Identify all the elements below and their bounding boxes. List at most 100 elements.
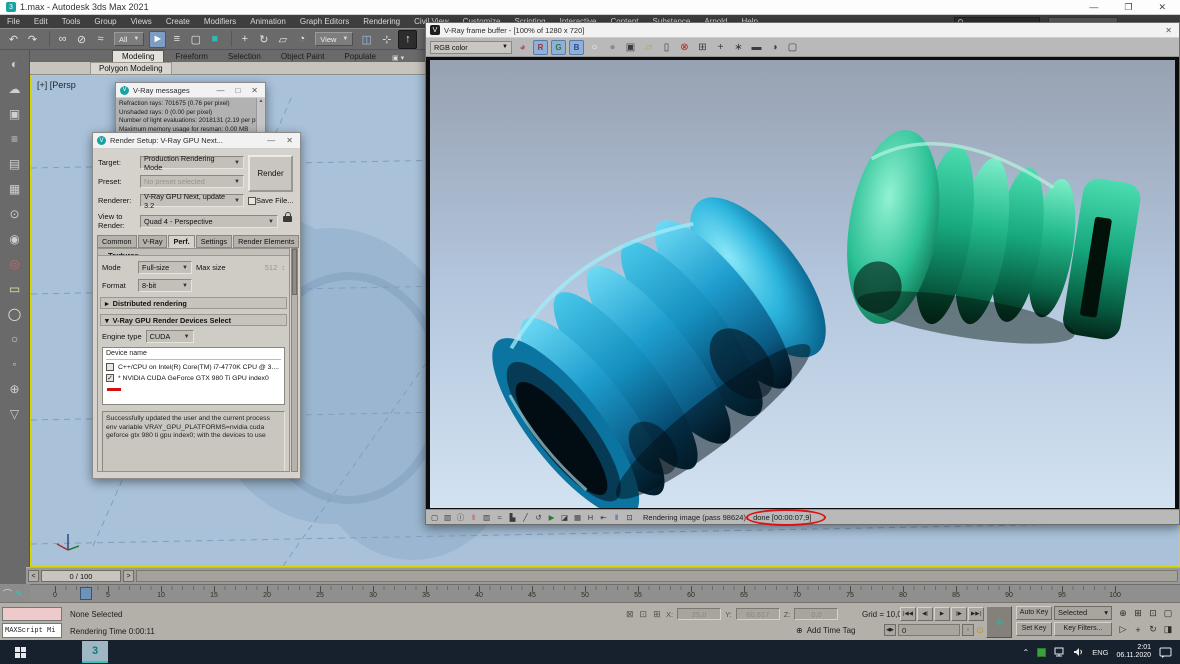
current-frame-field[interactable]: 0 xyxy=(898,624,960,636)
gpu-devices-rollout[interactable]: ▾ V-Ray GPU Render Devices Select xyxy=(100,314,287,326)
display-icon[interactable]: ▬ xyxy=(749,40,764,55)
coordinate-mode-icon[interactable]: ⊞ xyxy=(653,609,661,620)
menu-modifiers[interactable]: Modifiers xyxy=(197,15,243,28)
shape-dot-icon[interactable]: ◦ xyxy=(6,356,24,372)
pixel-info-icon[interactable]: ∗ xyxy=(731,40,746,55)
polygon-modeling-panel[interactable]: Polygon Modeling xyxy=(90,62,172,75)
menu-graph-editors[interactable]: Graph Editors xyxy=(293,15,356,28)
taskbar-3dsmax-button[interactable]: 3 xyxy=(82,641,108,663)
time-slider-next-button[interactable]: > xyxy=(123,570,134,582)
select-rotate-icon[interactable]: ↻ xyxy=(255,31,272,48)
zoom-region-icon[interactable]: ▢ xyxy=(1161,606,1175,621)
start-button[interactable] xyxy=(0,640,40,664)
histogram-icon[interactable]: ▙ xyxy=(507,512,518,523)
align-icon[interactable]: ⊹ xyxy=(378,31,395,48)
device-row-gpu[interactable]: ✓ * NVIDIA CUDA GeForce GTX 980 Ti GPU i… xyxy=(106,374,281,382)
mini-listener-line[interactable] xyxy=(2,607,62,621)
ribbon-config-icon[interactable]: ▦ xyxy=(6,181,24,197)
save-file-checkbox[interactable] xyxy=(248,197,256,205)
tray-app-icon[interactable] xyxy=(1037,648,1046,657)
compare-vertical-icon[interactable]: ‖ xyxy=(611,512,622,523)
notification-icon[interactable] xyxy=(1159,647,1172,658)
tab-render-elements[interactable]: Render Elements xyxy=(233,235,299,248)
tab-common[interactable]: Common xyxy=(97,235,137,248)
white-channel-icon[interactable]: ○ xyxy=(587,40,602,55)
ribbon-options-icon[interactable]: ▣ ▾ xyxy=(387,54,409,62)
snap-toggle-icon[interactable]: ⊕ xyxy=(6,381,24,397)
undo-icon[interactable]: ↶ xyxy=(5,31,22,48)
ribbon-tab-selection[interactable]: Selection xyxy=(219,51,270,62)
shape-circle-icon[interactable]: ○ xyxy=(6,331,24,347)
exposure-icon[interactable]: ◑ xyxy=(767,40,782,55)
view-to-render-dropdown[interactable]: Quad 4 - Perspective▼ xyxy=(140,215,278,228)
rectangular-selection-icon[interactable]: ▢ xyxy=(187,31,204,48)
ribbon-tab-modeling[interactable]: Modeling xyxy=(112,50,164,62)
material-editor-icon[interactable]: ▣ xyxy=(6,106,24,122)
mode-dropdown[interactable]: Full-size▼ xyxy=(138,261,192,274)
close-button[interactable]: ✕ xyxy=(286,136,293,145)
duplicate-buffer-icon[interactable]: ⊞ xyxy=(695,40,710,55)
key-mode-icon[interactable]: ⊙ xyxy=(976,625,984,636)
zoom-icon[interactable]: ⊕ xyxy=(1116,606,1130,621)
cpu-device-checkbox[interactable] xyxy=(106,363,114,371)
time-slider-prev-button[interactable]: < xyxy=(28,570,39,582)
minimize-button[interactable]: — xyxy=(1089,2,1098,13)
red-channel-icon[interactable]: R xyxy=(533,40,548,55)
set-key-button[interactable]: Set Key xyxy=(1016,622,1052,636)
scene-explorer-icon[interactable]: ≡ xyxy=(6,131,24,147)
textures-rollout[interactable]: Textures xyxy=(98,249,289,256)
angle-snap-icon[interactable]: ▽ xyxy=(6,406,24,422)
close-button[interactable]: ✕ xyxy=(251,86,258,95)
redo-icon[interactable]: ↷ xyxy=(24,31,41,48)
reference-coordinate-dropdown[interactable]: View▼ xyxy=(315,32,353,46)
ribbon-tab-populate[interactable]: Populate xyxy=(335,51,385,62)
mono-channel-icon[interactable]: ● xyxy=(605,40,620,55)
maximize-viewport-icon[interactable]: ◨ xyxy=(1161,622,1175,637)
info-icon[interactable]: ⓘ xyxy=(455,512,466,523)
unlink-selection-icon[interactable]: ⊘ xyxy=(73,31,90,48)
go-to-start-button[interactable]: |◀◀ xyxy=(900,607,916,621)
menu-rendering[interactable]: Rendering xyxy=(356,15,407,28)
ribbon-tab-object-paint[interactable]: Object Paint xyxy=(272,51,334,62)
vfb-render-image[interactable] xyxy=(426,57,1179,510)
maximize-button[interactable]: ❐ xyxy=(1124,2,1132,13)
render-preview-icon[interactable]: ◎ xyxy=(6,256,24,272)
menu-create[interactable]: Create xyxy=(159,15,197,28)
minimize-button[interactable]: — xyxy=(267,136,275,145)
toggle-ribbon-icon[interactable]: ↑ xyxy=(398,30,417,49)
render-setup-title-bar[interactable]: V Render Setup: V-Ray GPU Next... — ✕ xyxy=(93,133,300,149)
track-mouse-icon[interactable]: + xyxy=(713,40,728,55)
selection-lock-icon[interactable]: ⊡ xyxy=(640,609,648,620)
pan-icon[interactable]: + xyxy=(1131,622,1145,637)
tab-settings[interactable]: Settings xyxy=(196,235,232,248)
color-wheel-icon[interactable]: ◕ xyxy=(515,40,530,55)
preset-dropdown[interactable]: No preset selected▼ xyxy=(140,175,244,188)
scrollbar[interactable]: ▲ xyxy=(256,98,265,135)
add-time-tag[interactable]: ⊕ Add Time Tag xyxy=(796,626,855,635)
clock[interactable]: 2:01 06.11.2020 xyxy=(1116,644,1151,660)
viewport-label[interactable]: [+] [Persp xyxy=(37,80,76,90)
select-object-icon[interactable]: ► xyxy=(149,31,166,48)
show-log-icon[interactable]: ▥ xyxy=(442,512,453,523)
clipboard-icon[interactable]: ▯ xyxy=(659,40,674,55)
select-and-link-icon[interactable]: ∞ xyxy=(54,31,71,48)
go-to-end-button[interactable]: ▶▶| xyxy=(968,607,984,621)
close-button[interactable]: ✕ xyxy=(1158,2,1166,13)
mini-curve-editor-icon[interactable]: ⌒ xyxy=(3,587,12,600)
device-list[interactable]: Device name C++/CPU on Intel(R) Core(TM)… xyxy=(102,347,285,405)
layer-explorer-icon[interactable]: ▤ xyxy=(6,156,24,172)
maximize-button[interactable]: □ xyxy=(235,86,240,95)
menu-animation[interactable]: Animation xyxy=(243,15,293,28)
green-channel-icon[interactable]: G xyxy=(551,40,566,55)
render-setup-scrollbar[interactable] xyxy=(291,248,298,472)
region-render-icon[interactable]: ▢ xyxy=(785,40,800,55)
bind-to-spacewarp-icon[interactable]: ≈ xyxy=(92,31,109,48)
tab-perf[interactable]: Perf. xyxy=(168,235,194,248)
menu-edit[interactable]: Edit xyxy=(27,15,55,28)
maxscript-listener[interactable]: MAXScript Mi xyxy=(2,623,62,638)
new-key-button[interactable]: + xyxy=(986,606,1012,638)
gpu-device-checkbox[interactable]: ✓ xyxy=(106,374,114,382)
target-dropdown[interactable]: Production Rendering Mode▼ xyxy=(140,156,244,169)
field-of-view-icon[interactable]: ▷ xyxy=(1116,622,1130,637)
network-icon[interactable] xyxy=(1054,647,1065,657)
